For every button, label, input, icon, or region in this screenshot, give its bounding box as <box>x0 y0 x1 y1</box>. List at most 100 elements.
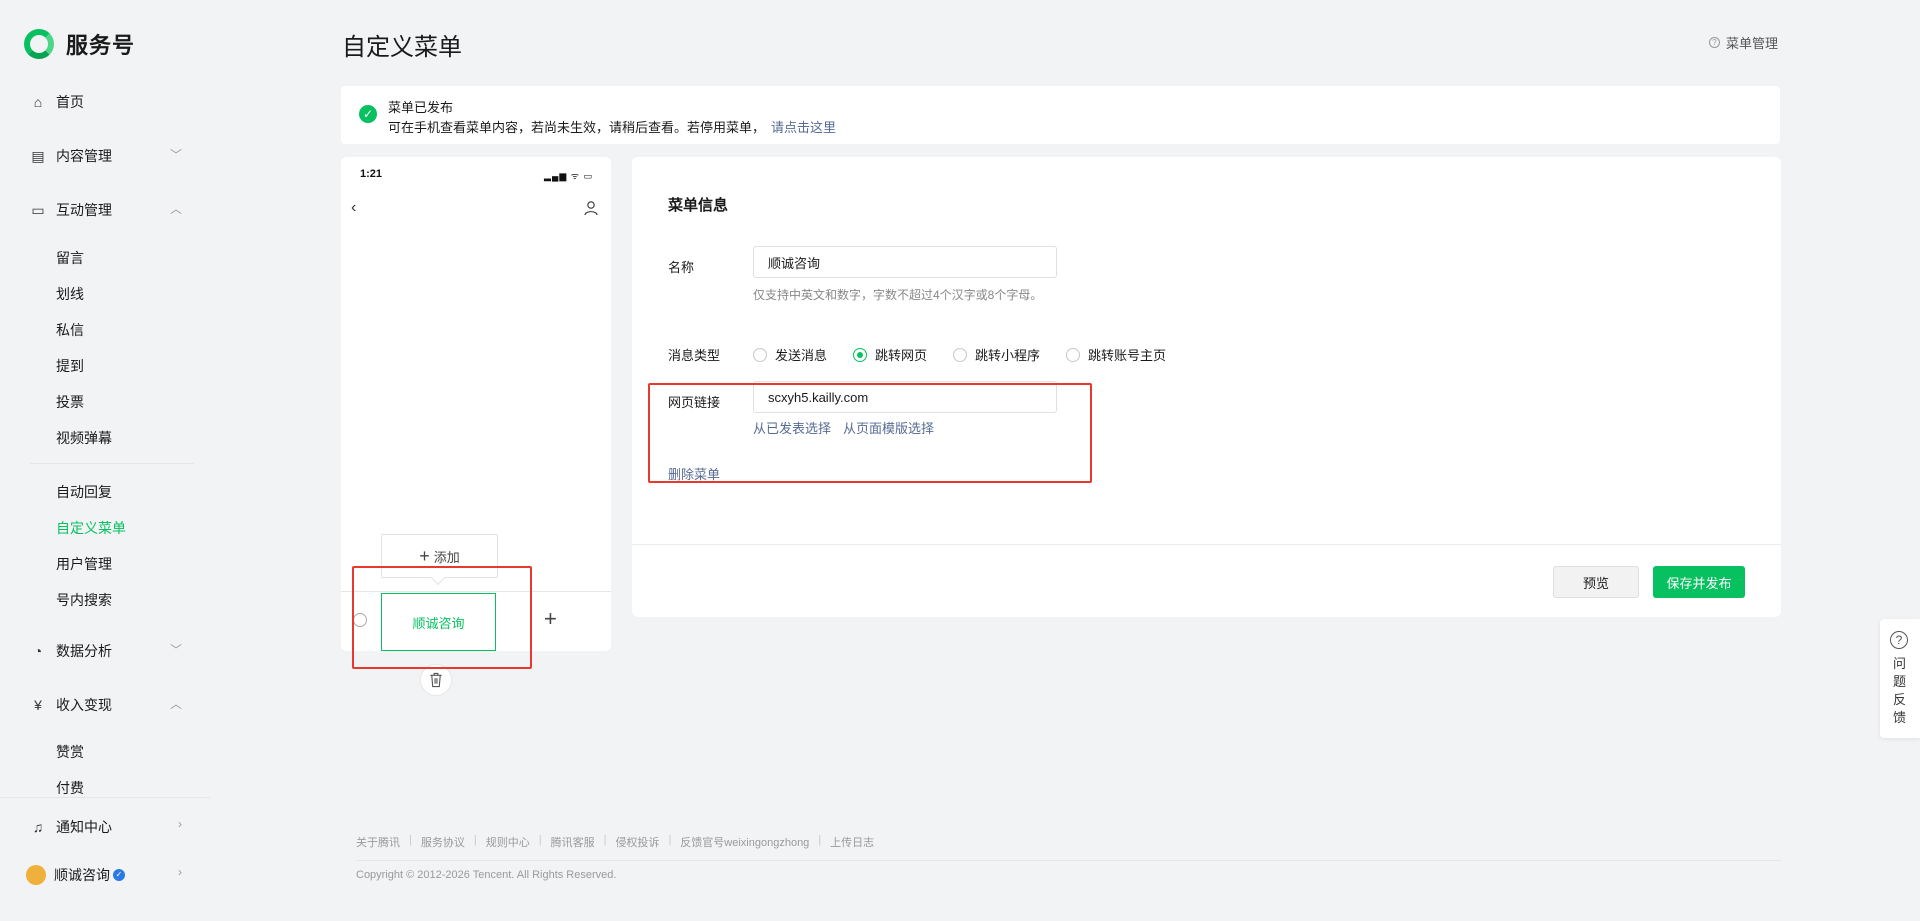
sidebar-item-comments[interactable]: 留言 <box>56 248 84 268</box>
chevron-right-icon: › <box>178 865 182 879</box>
section-title: 菜单信息 <box>668 197 729 214</box>
nav-content-label: 内容管理 <box>56 148 112 164</box>
footer-separator: | <box>603 834 607 846</box>
trash-icon <box>430 672 442 688</box>
footer-link-complaints[interactable]: 侵权投诉 <box>615 834 659 850</box>
nav-content[interactable]: ▤ 内容管理 ﹀ <box>30 146 182 166</box>
phone-status-icons: ▂▄▆ ᯤ ▭ <box>544 171 593 181</box>
radio-label: 跳转网页 <box>875 348 928 363</box>
radio-label: 跳转账号主页 <box>1088 348 1167 363</box>
radio-label: 发送消息 <box>775 348 828 363</box>
sidebar-item-rewards[interactable]: 赞赏 <box>56 742 84 762</box>
sidebar-item-messages[interactable]: 私信 <box>56 320 84 340</box>
footer-link-upload-log[interactable]: 上传日志 <box>830 834 874 850</box>
name-label: 名称 <box>668 260 695 275</box>
yen-icon: ¥ <box>34 697 42 713</box>
chat-icon: ▭ <box>31 202 45 218</box>
nav-revenue[interactable]: ¥ 收入变现 ︿ <box>30 695 182 715</box>
back-arrow-icon: ‹ <box>351 199 357 216</box>
user-icon <box>584 201 598 216</box>
nav-notifications-label: 通知中心 <box>56 819 112 835</box>
notice-text: 可在手机查看菜单内容，若尚未生效，请稍后查看。若停用菜单， <box>388 120 766 135</box>
footer-link-support[interactable]: 腾讯客服 <box>551 834 595 850</box>
publish-notice: ✓ 菜单已发布 可在手机查看菜单内容，若尚未生效，请稍后查看。若停用菜单， 请点击… <box>341 86 1780 144</box>
footer-divider <box>356 860 1781 861</box>
radio-open-mini-program[interactable]: 跳转小程序 <box>953 345 1040 364</box>
chevron-down-icon: ﹀ <box>169 148 182 162</box>
name-hint: 仅支持中英文和数字，字数不超过4个汉字或8个字母。 <box>753 288 1043 302</box>
phone-time: 1:21 <box>360 168 383 180</box>
radio-label: 跳转小程序 <box>975 348 1041 363</box>
footer-links: 关于腾讯 | 服务协议 | 规则中心 | 腾讯客服 | 侵权投诉 | 反馈官号weixin… <box>356 834 874 850</box>
highlight-box-menu-item <box>352 566 532 669</box>
radio-open-account-home[interactable]: 跳转账号主页 <box>1066 345 1166 364</box>
verified-icon: ✓ <box>113 869 125 881</box>
sidebar-item-highlights[interactable]: 划线 <box>56 284 84 304</box>
question-icon: ? <box>1890 631 1908 649</box>
notice-body: 可在手机查看菜单内容，若尚未生效，请稍后查看。若停用菜单， 请点击这里 <box>388 117 836 136</box>
chevron-down-icon: ﹀ <box>169 643 182 657</box>
footer-separator: | <box>409 834 412 846</box>
nav-interaction-label: 互动管理 <box>56 202 112 218</box>
radio-circle <box>753 347 767 362</box>
footer-link-about[interactable]: 关于腾讯 <box>356 834 400 850</box>
chevron-up-icon: ︿ <box>169 202 182 216</box>
sidebar-divider <box>30 463 194 464</box>
nav-home-label: 首页 <box>56 94 84 110</box>
footer-link-terms[interactable]: 服务协议 <box>421 834 465 850</box>
disable-menu-link[interactable]: 请点击这里 <box>771 120 836 135</box>
pie-chart-icon: ◔ <box>33 643 43 659</box>
add-submenu-label: 添加 <box>433 549 460 565</box>
menu-management-link[interactable]: ? 菜单管理 <box>1709 33 1778 52</box>
radio-circle-selected <box>853 347 868 362</box>
footer-separator: | <box>473 834 477 846</box>
radio-send-message[interactable]: 发送消息 <box>753 345 827 364</box>
nav-analytics[interactable]: ◔ 数据分析 ﹀ <box>30 641 182 661</box>
sidebar-item-account-search[interactable]: 号内搜索 <box>56 590 112 610</box>
nav-revenue-label: 收入变现 <box>56 697 112 713</box>
radio-circle <box>953 347 968 362</box>
chevron-up-icon: ︿ <box>169 697 182 711</box>
sidebar-item-custom-menu[interactable]: 自定义菜单 <box>56 518 126 538</box>
sidebar-divider <box>0 797 210 798</box>
notice-title: 菜单已发布 <box>388 100 454 115</box>
highlight-box-url <box>648 383 1092 483</box>
nav-interaction[interactable]: ▭ 互动管理 ︿ <box>30 200 182 220</box>
chevron-right-icon: › <box>178 817 182 831</box>
footer-link-feedback-account[interactable]: 反馈官号weixingongzhong <box>680 834 809 850</box>
footer-separator: | <box>818 834 822 846</box>
sidebar-item-mentions[interactable]: 提到 <box>56 356 84 376</box>
avatar <box>26 865 46 885</box>
message-type-radio-group: 发送消息 跳转网页 跳转小程序 跳转账号主页 <box>753 345 1192 364</box>
sidebar-item-auto-reply[interactable]: 自动回复 <box>56 482 112 502</box>
radio-open-webpage[interactable]: 跳转网页 <box>853 345 927 364</box>
document-icon: ▤ <box>31 148 45 164</box>
message-type-label: 消息类型 <box>668 348 721 363</box>
footer-separator: | <box>668 834 672 846</box>
sidebar-item-video-danmaku[interactable]: 视频弹幕 <box>56 428 112 448</box>
sidebar-item-paid[interactable]: 付费 <box>56 778 84 798</box>
bell-icon: ♫ <box>32 819 44 835</box>
brand-logo[interactable]: 服务号 <box>24 28 135 60</box>
save-publish-button[interactable]: 保存并发布 <box>1653 566 1745 598</box>
add-menu-button[interactable]: + <box>544 606 557 632</box>
nav-home[interactable]: ⌂ 首页 <box>30 92 182 112</box>
sidebar-item-user-management[interactable]: 用户管理 <box>56 554 112 574</box>
nav-account[interactable]: 顺诚咨询 ✓ › <box>26 865 182 885</box>
page-title: 自定义菜单 <box>342 34 462 61</box>
wechat-service-logo-icon <box>24 29 54 59</box>
account-name: 顺诚咨询 <box>54 867 110 883</box>
menu-name-input[interactable] <box>753 246 1057 278</box>
footer-link-rules[interactable]: 规则中心 <box>486 834 530 850</box>
nav-notifications[interactable]: ♫ 通知中心 › <box>30 817 182 837</box>
sidebar: 服务号 ⌂ 首页 ▤ 内容管理 ﹀ ▭ 互动管理 ︿ 留言 划线 私信 提到 投… <box>0 0 210 921</box>
help-icon: ? <box>1709 37 1720 48</box>
preview-button[interactable]: 预览 <box>1553 566 1639 598</box>
check-circle-icon: ✓ <box>359 105 377 123</box>
copyright: Copyright © 2012-2026 Tencent. All Right… <box>356 869 617 881</box>
sidebar-item-polls[interactable]: 投票 <box>56 392 84 412</box>
feedback-label: 问题反馈 <box>1893 656 1907 725</box>
editor-footer-divider <box>632 544 1781 545</box>
feedback-button[interactable]: ? 问题反馈 <box>1880 619 1920 738</box>
footer-separator: | <box>538 834 542 846</box>
